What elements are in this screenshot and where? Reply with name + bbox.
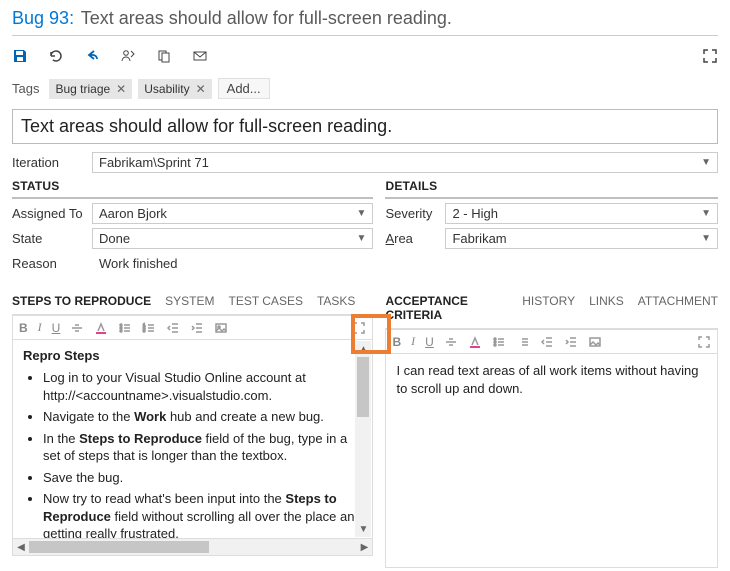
bold-button[interactable]: B xyxy=(19,321,28,335)
vertical-scrollbar[interactable]: ▲ ▼ xyxy=(355,341,371,537)
acceptance-editor[interactable]: I can read text areas of all work items … xyxy=(385,353,718,568)
tab-steps-to-reproduce[interactable]: STEPS TO REPRODUCE xyxy=(12,294,151,308)
tab-test-cases[interactable]: TEST CASES xyxy=(228,294,302,308)
chevron-down-icon: ▼ xyxy=(351,233,367,244)
tab-history[interactable]: HISTORY xyxy=(522,294,575,322)
scroll-up-icon[interactable]: ▲ xyxy=(355,341,371,357)
expand-icon[interactable] xyxy=(352,321,366,335)
toolbar xyxy=(12,44,718,74)
tag-bug-triage[interactable]: Bug triage✕ xyxy=(49,79,132,99)
refresh-icon[interactable] xyxy=(48,48,64,64)
horizontal-scrollbar[interactable]: ◀ ▶ xyxy=(12,539,373,556)
copy-icon[interactable] xyxy=(156,48,172,64)
list-item: In the Steps to Reproduce field of the b… xyxy=(43,430,362,465)
indent-icon[interactable] xyxy=(564,335,578,349)
chevron-down-icon: ▼ xyxy=(695,208,711,219)
left-tabs: STEPS TO REPRODUCE SYSTEM TEST CASES TAS… xyxy=(12,294,373,315)
details-heading: DETAILS xyxy=(385,179,718,199)
save-icon[interactable] xyxy=(12,48,28,64)
italic-button[interactable]: I xyxy=(411,334,415,349)
tab-links[interactable]: LINKS xyxy=(589,294,624,322)
tab-system[interactable]: SYSTEM xyxy=(165,294,214,308)
scroll-left-icon[interactable]: ◀ xyxy=(13,542,29,553)
color-icon[interactable] xyxy=(94,321,108,335)
ol-icon[interactable] xyxy=(516,335,530,349)
repro-heading: Repro Steps xyxy=(23,348,362,363)
image-icon[interactable] xyxy=(588,335,602,349)
reason-input[interactable]: Work finished xyxy=(92,253,373,274)
tab-acceptance-criteria[interactable]: ACCEPTANCE CRITERIA xyxy=(385,294,508,322)
tab-tasks[interactable]: TASKS xyxy=(317,294,355,308)
tags-row: Tags Bug triage✕ Usability✕ Add... xyxy=(12,74,718,109)
list-item: Navigate to the Work hub and create a ne… xyxy=(43,408,362,426)
title-input[interactable]: Text areas should allow for full-screen … xyxy=(12,109,718,144)
close-icon[interactable]: ✕ xyxy=(196,82,206,96)
bold-button[interactable]: B xyxy=(392,335,401,349)
strike-icon[interactable] xyxy=(70,321,84,335)
status-heading: STATUS xyxy=(12,179,373,199)
assign-icon[interactable] xyxy=(120,48,136,64)
tags-label: Tags xyxy=(12,81,39,96)
outdent-icon[interactable] xyxy=(540,335,554,349)
expand-icon[interactable] xyxy=(697,335,711,349)
fullscreen-icon[interactable] xyxy=(702,48,718,64)
repro-steps-editor[interactable]: Repro Steps Log in to your Visual Studio… xyxy=(12,339,373,539)
severity-input[interactable]: 2 - High▼ xyxy=(445,203,718,224)
state-label: State xyxy=(12,231,92,246)
color-icon[interactable] xyxy=(468,335,482,349)
iteration-input[interactable]: Fabrikam\Sprint 71▼ xyxy=(92,152,718,173)
rte-toolbar-right: B I U xyxy=(385,329,718,353)
close-icon[interactable]: ✕ xyxy=(116,82,126,96)
assigned-to-label: Assigned To xyxy=(12,206,92,221)
underline-button[interactable]: U xyxy=(425,335,434,349)
image-icon[interactable] xyxy=(214,321,228,335)
right-tabs: ACCEPTANCE CRITERIA HISTORY LINKS ATTACH… xyxy=(385,294,718,329)
bug-link[interactable]: Bug 93 xyxy=(12,8,69,28)
ol-icon[interactable]: 123 xyxy=(142,321,156,335)
scroll-thumb[interactable] xyxy=(29,541,209,553)
area-label: Area xyxy=(385,231,445,246)
strike-icon[interactable] xyxy=(444,335,458,349)
underline-button[interactable]: U xyxy=(52,321,61,335)
list-item: Save the bug. xyxy=(43,469,362,487)
scroll-thumb[interactable] xyxy=(357,357,369,417)
ul-icon[interactable] xyxy=(118,321,132,335)
chevron-down-icon: ▼ xyxy=(351,208,367,219)
reason-label: Reason xyxy=(12,256,92,271)
outdent-icon[interactable] xyxy=(166,321,180,335)
ul-icon[interactable] xyxy=(492,335,506,349)
area-input[interactable]: Fabrikam▼ xyxy=(445,228,718,249)
tag-usability[interactable]: Usability✕ xyxy=(138,79,211,99)
scroll-right-icon[interactable]: ▶ xyxy=(356,542,372,553)
chevron-down-icon: ▼ xyxy=(695,233,711,244)
mail-icon[interactable] xyxy=(192,48,208,64)
italic-button[interactable]: I xyxy=(38,320,42,335)
scroll-down-icon[interactable]: ▼ xyxy=(355,521,371,537)
iteration-label: Iteration xyxy=(12,155,92,170)
list-item: Now try to read what's been input into t… xyxy=(43,490,362,539)
rte-toolbar-left: B I U 123 xyxy=(12,315,373,339)
tag-add-button[interactable]: Add... xyxy=(218,78,270,99)
svg-text:3: 3 xyxy=(143,328,146,333)
severity-label: Severity xyxy=(385,206,445,221)
undo-icon[interactable] xyxy=(84,48,100,64)
tab-attachment[interactable]: ATTACHMENT xyxy=(638,294,718,322)
chevron-down-icon: ▼ xyxy=(695,157,711,168)
list-item: Log in to your Visual Studio Online acco… xyxy=(43,369,362,404)
bug-title: Text areas should allow for full-screen … xyxy=(81,8,452,28)
state-input[interactable]: Done▼ xyxy=(92,228,373,249)
indent-icon[interactable] xyxy=(190,321,204,335)
assigned-to-input[interactable]: Aaron Bjork▼ xyxy=(92,203,373,224)
page-title-row: Bug 93: Text areas should allow for full… xyxy=(12,8,718,29)
